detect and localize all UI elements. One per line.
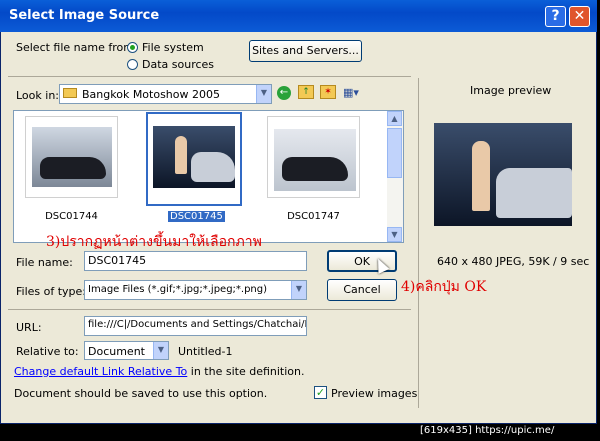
photo-image <box>32 127 112 187</box>
close-button[interactable]: ✕ <box>569 6 590 27</box>
radio-file-system[interactable] <box>127 42 138 53</box>
scrollbar[interactable]: ▲ ▼ <box>387 111 403 242</box>
relative-to-dropdown[interactable]: Document ▼ <box>84 341 169 360</box>
cancel-button[interactable]: Cancel <box>327 279 397 301</box>
person-image <box>472 141 490 211</box>
look-in-label: Look in: <box>16 89 59 102</box>
files-of-type-label: Files of type: <box>16 285 87 298</box>
up-folder-icon[interactable]: ↑ <box>298 85 314 99</box>
car-image <box>191 152 235 182</box>
radio-file-system-label: File system <box>142 41 204 54</box>
preview-images-label: Preview images <box>331 387 418 400</box>
file-name-label-selected: DSC01745 <box>168 211 225 222</box>
new-folder-icon[interactable]: ✶ <box>320 85 336 99</box>
files-of-type-dropdown[interactable]: Image Files (*.gif;*.jpg;*.jpeg;*.png) ▼ <box>84 280 307 300</box>
preview-info: 640 x 480 JPEG, 59K / 9 sec <box>437 255 590 268</box>
scroll-down-icon[interactable]: ▼ <box>387 227 402 242</box>
document-name: Untitled-1 <box>178 345 233 358</box>
preview-images-checkbox[interactable]: ✓ <box>314 386 327 399</box>
view-menu-icon[interactable]: ▦▾ <box>343 86 365 99</box>
link-sentence: Change default Link Relative To in the s… <box>14 365 305 378</box>
window-title: Select Image Source <box>9 8 160 23</box>
chevron-down-icon[interactable]: ▼ <box>153 342 168 359</box>
preview-divider <box>418 78 419 408</box>
change-default-link[interactable]: Change default Link Relative To <box>14 365 187 378</box>
preview-title: Image preview <box>470 84 552 97</box>
file-thumbnail[interactable] <box>25 116 118 198</box>
save-note: Document should be saved to use this opt… <box>14 387 268 400</box>
source-label: Select file name from: <box>16 41 138 54</box>
watermark: [619x435] https://upic.me/ <box>420 425 555 436</box>
back-icon[interactable]: ← <box>277 86 291 100</box>
folder-icon <box>63 88 77 98</box>
link-suffix: in the site definition. <box>187 365 305 378</box>
files-of-type-value: Image Files (*.gif;*.jpg;*.jpeg;*.png) <box>88 284 268 295</box>
scroll-up-icon[interactable]: ▲ <box>387 111 402 126</box>
photo-image <box>274 129 356 191</box>
annotation-step4: 4)คลิกปุ่ม OK <box>401 279 487 295</box>
file-name-input[interactable]: DSC01745 <box>84 251 307 271</box>
scrollbar-thumb[interactable] <box>387 128 402 178</box>
chevron-down-icon[interactable]: ▼ <box>256 85 271 103</box>
annotation-step3: 3)ปรากฏหน้าต่างขึ้นมาให้เลือกภาพ <box>46 234 262 250</box>
divider <box>8 76 411 77</box>
car-image <box>496 168 572 218</box>
file-name-label-text: File name: <box>16 256 73 269</box>
relative-to-value: Document <box>88 345 145 358</box>
divider <box>8 309 411 310</box>
radio-data-sources[interactable] <box>127 59 138 70</box>
help-button[interactable]: ? <box>545 6 566 27</box>
look-in-value: Bangkok Motoshow 2005 <box>82 88 220 101</box>
car-image <box>40 157 106 179</box>
photo-image <box>153 126 235 188</box>
file-name-label: DSC01747 <box>287 211 340 222</box>
person-image <box>175 136 187 174</box>
file-thumbnail-selected[interactable] <box>146 112 242 206</box>
relative-to-label: Relative to: <box>16 345 79 358</box>
image-preview <box>434 123 572 226</box>
url-input[interactable]: file:///C|/Documents and Settings/Chatch… <box>84 316 307 336</box>
car-image <box>282 157 348 181</box>
look-in-dropdown[interactable]: Bangkok Motoshow 2005 ▼ <box>59 84 272 104</box>
file-thumbnail[interactable] <box>267 116 360 198</box>
chevron-down-icon[interactable]: ▼ <box>291 281 306 299</box>
url-label: URL: <box>16 321 42 334</box>
sites-and-servers-button[interactable]: Sites and Servers... <box>249 40 362 62</box>
radio-data-sources-label: Data sources <box>142 58 215 71</box>
file-name-label: DSC01744 <box>45 211 98 222</box>
